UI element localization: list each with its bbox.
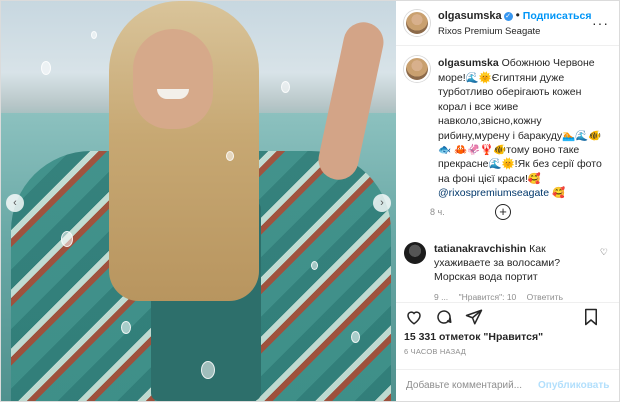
water-drop: [121, 321, 131, 334]
instagram-post: ‹ › olgasumska ✓ • Подписаться Rixos Premiu…: [0, 0, 620, 402]
separator-dot: •: [515, 7, 520, 22]
publish-button[interactable]: Опубликовать: [538, 380, 609, 391]
comment-like-heart-icon[interactable]: ♡: [600, 247, 608, 258]
face: [133, 29, 213, 129]
verified-badge-icon: ✓: [503, 11, 513, 21]
comment-body: tatianakravchishin Как ухаживаете за вол…: [434, 242, 594, 304]
caption-username[interactable]: olgasumska: [438, 57, 499, 69]
caption-text-1: Обожнюю Червоне море!🌊🌞Єгиптяни дуже тур…: [438, 57, 602, 156]
caption: olgasumska Обожнюю Червоне море!🌊🌞Єгиптя…: [404, 56, 611, 217]
smile: [157, 89, 189, 99]
post-header: olgasumska ✓ • Подписаться Rixos Premium Se…: [396, 1, 619, 47]
author-avatar[interactable]: [404, 10, 430, 37]
caption-text-2: 🦀🦑🦞🐠тому воно таке прекрасне🌊🌞!Як без се…: [438, 143, 602, 185]
water-drop: [41, 61, 51, 75]
chevron-right-icon: ›: [380, 197, 384, 209]
comment-bubble-icon[interactable]: [434, 307, 454, 327]
caption-avatar[interactable]: [404, 56, 430, 83]
more-dots-icon[interactable]: ···: [592, 15, 609, 31]
header-text: olgasumska ✓ • Подписаться Rixos Premium Se…: [438, 8, 591, 39]
water-drop: [226, 151, 234, 161]
photo-prev-button[interactable]: ‹: [6, 194, 24, 212]
bookmark-icon[interactable]: [581, 307, 601, 327]
post-age[interactable]: 6 ЧАСОВ НАЗАД: [396, 343, 619, 356]
water-drop: [281, 81, 290, 93]
likes-count[interactable]: 15 331 отметок "Нравится": [396, 331, 619, 343]
author-username[interactable]: olgasumska: [438, 10, 502, 22]
caption-time[interactable]: 8 ч.: [430, 207, 610, 217]
water-drop: [201, 361, 215, 379]
water-drop: [91, 31, 97, 39]
add-comment-bar: Опубликовать: [396, 369, 619, 401]
comment-item: tatianakravchishin Как ухаживаете за вол…: [404, 242, 614, 304]
action-bar: [396, 301, 619, 332]
chevron-left-icon: ‹: [13, 197, 17, 209]
like-heart-icon[interactable]: [404, 307, 424, 327]
caption-body: olgasumska Обожнюю Червоне море!🌊🌞Єгиптя…: [438, 56, 610, 200]
location-link[interactable]: Rixos Premium Seagate: [438, 24, 591, 39]
share-paper-plane-icon[interactable]: [464, 307, 484, 327]
commenter-avatar[interactable]: [404, 242, 426, 265]
water-drop: [61, 231, 73, 247]
load-more-comments-plus-icon[interactable]: +: [495, 204, 511, 221]
post-photo[interactable]: ‹ ›: [1, 1, 396, 401]
comments-section: olgasumska Обожнюю Червоне море!🌊🌞Єгиптя…: [396, 46, 619, 304]
caption-emoji-end: 🥰: [551, 187, 566, 200]
water-drop: [311, 261, 318, 270]
caption-mention[interactable]: @rixospremiumseagate: [438, 187, 549, 199]
comment-input[interactable]: [406, 380, 538, 392]
post-sidebar: olgasumska ✓ • Подписаться Rixos Premium Se…: [396, 1, 619, 401]
photo-next-button[interactable]: ›: [373, 194, 391, 212]
follow-button[interactable]: Подписаться: [523, 10, 592, 22]
water-drop: [351, 331, 360, 343]
commenter-username[interactable]: tatianakravchishin: [434, 243, 526, 255]
